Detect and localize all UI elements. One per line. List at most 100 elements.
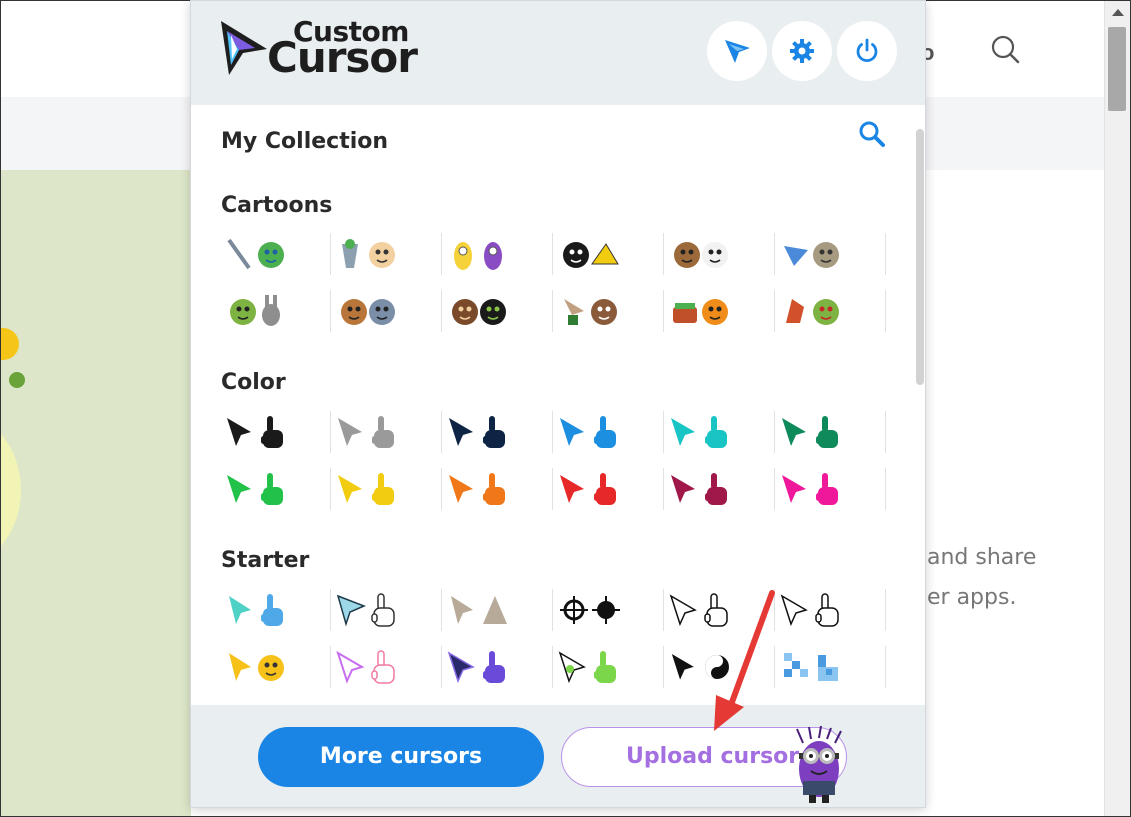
collection-search-icon[interactable] — [857, 119, 887, 149]
cartoon-pack-icon — [673, 299, 728, 325]
starter-pack-8[interactable] — [332, 646, 442, 688]
cartoon-pack-icon — [563, 242, 619, 268]
starter-pack-12[interactable] — [776, 646, 886, 688]
starter-pack-3[interactable] — [443, 589, 553, 631]
page-scrollbar[interactable] — [1104, 1, 1130, 816]
upload-cursor-label: Upload cursor — [626, 744, 800, 769]
color-row — [221, 411, 886, 468]
popup-footer: More cursors Upload cursor — [191, 705, 925, 807]
cartoon-pack-9[interactable] — [443, 290, 553, 332]
cartoon-pack-8[interactable] — [332, 290, 442, 332]
custom-cursor-popup: Custom Cursor My Collection Cartoons Col… — [190, 0, 926, 808]
color-pack-icon — [227, 473, 283, 505]
color-pack-icon — [671, 473, 727, 505]
starter-pack-icon — [669, 593, 728, 627]
settings-gear-icon — [790, 39, 814, 63]
cartoon-pack-icon — [564, 299, 617, 325]
cartoon-pack-7[interactable] — [221, 290, 331, 332]
starter-grid — [221, 589, 886, 703]
color-pack-1[interactable] — [221, 411, 331, 453]
cartoon-pack-icon — [230, 295, 280, 326]
color-pack-10[interactable] — [554, 468, 664, 510]
color-pack-7[interactable] — [221, 468, 331, 510]
glow-decoration — [1, 410, 21, 570]
cartoon-pack-10[interactable] — [554, 290, 664, 332]
cartoon-pack-icon — [227, 238, 284, 270]
color-pack-icon — [227, 416, 283, 448]
cartoons-grid — [221, 233, 886, 347]
color-pack-12[interactable] — [776, 468, 886, 510]
purple-minion-icon — [796, 725, 842, 803]
cartoon-row — [221, 290, 886, 347]
page-text-line-1: and share — [927, 545, 1037, 570]
starter-pack-5[interactable] — [665, 589, 775, 631]
logo-text-cursor: Cursor — [267, 33, 418, 82]
more-cursors-button[interactable]: More cursors — [258, 727, 544, 787]
color-grid — [221, 411, 886, 525]
starter-pack-9[interactable] — [443, 646, 553, 688]
cartoon-pack-icon — [342, 239, 395, 268]
cartoon-pack-4[interactable] — [554, 233, 664, 275]
cartoon-pack-3[interactable] — [443, 233, 553, 275]
starter-pack-icon — [229, 594, 283, 626]
my-collection-heading: My Collection — [221, 129, 389, 154]
cartoon-pack-icon — [454, 242, 502, 270]
color-row — [221, 468, 886, 525]
color-pack-8[interactable] — [332, 468, 442, 510]
cartoon-pack-11[interactable] — [665, 290, 775, 332]
starter-pack-10[interactable] — [554, 646, 664, 688]
starter-pack-icon — [784, 653, 838, 681]
color-pack-3[interactable] — [443, 411, 553, 453]
green-dot-decoration — [9, 372, 25, 388]
color-pack-icon — [449, 473, 505, 505]
color-pack-9[interactable] — [443, 468, 553, 510]
color-heading: Color — [221, 370, 286, 395]
cartoon-pack-icon — [784, 242, 839, 268]
popup-scrollbar-thumb[interactable] — [916, 129, 924, 385]
starter-pack-7[interactable] — [221, 646, 331, 688]
color-pack-2[interactable] — [332, 411, 442, 453]
starter-pack-6[interactable] — [776, 589, 886, 631]
color-pack-icon — [560, 416, 616, 448]
color-pack-icon — [782, 416, 838, 448]
hero-image — [1, 170, 191, 816]
cartoon-pack-icon — [341, 299, 395, 325]
cartoon-pack-5[interactable] — [665, 233, 775, 275]
cartoon-pack-12[interactable] — [776, 290, 886, 332]
cursor-mode-button[interactable] — [707, 21, 767, 81]
starter-pack-2[interactable] — [332, 589, 442, 631]
cartoon-pack-1[interactable] — [221, 233, 331, 275]
starter-pack-1[interactable] — [221, 589, 331, 631]
starter-pack-icon — [558, 651, 616, 684]
cartoon-pack-icon — [452, 299, 506, 325]
color-pack-5[interactable] — [665, 411, 775, 453]
cursor-collection-panel[interactable]: My Collection Cartoons Color Starter — [191, 105, 925, 705]
starter-row — [221, 646, 886, 703]
custom-cursor-logo-icon — [221, 21, 267, 75]
page-text-line-2: er apps. — [927, 585, 1017, 610]
power-button[interactable] — [837, 21, 897, 81]
starter-pack-icon — [336, 593, 395, 627]
starter-pack-icon — [670, 651, 729, 683]
starter-pack-icon — [336, 650, 395, 684]
cartoons-heading: Cartoons — [221, 193, 333, 218]
cartoon-pack-icon — [786, 299, 839, 325]
scroll-up-arrow-icon[interactable] — [1112, 9, 1124, 16]
color-pack-icon — [338, 473, 394, 505]
color-pack-icon — [671, 416, 727, 448]
settings-button[interactable] — [772, 21, 832, 81]
yellow-dot-decoration — [1, 328, 19, 360]
color-pack-11[interactable] — [665, 468, 775, 510]
cartoon-pack-6[interactable] — [776, 233, 886, 275]
starter-pack-4[interactable] — [554, 589, 664, 631]
starter-pack-11[interactable] — [665, 646, 775, 688]
starter-pack-icon — [560, 596, 620, 624]
color-pack-icon — [560, 473, 616, 505]
color-pack-6[interactable] — [776, 411, 886, 453]
site-search-icon[interactable] — [990, 34, 1020, 64]
color-pack-icon — [338, 416, 394, 448]
scrollbar-thumb[interactable] — [1108, 27, 1126, 111]
color-pack-4[interactable] — [554, 411, 664, 453]
cartoon-pack-2[interactable] — [332, 233, 442, 275]
popup-header: Custom Cursor — [191, 1, 925, 105]
